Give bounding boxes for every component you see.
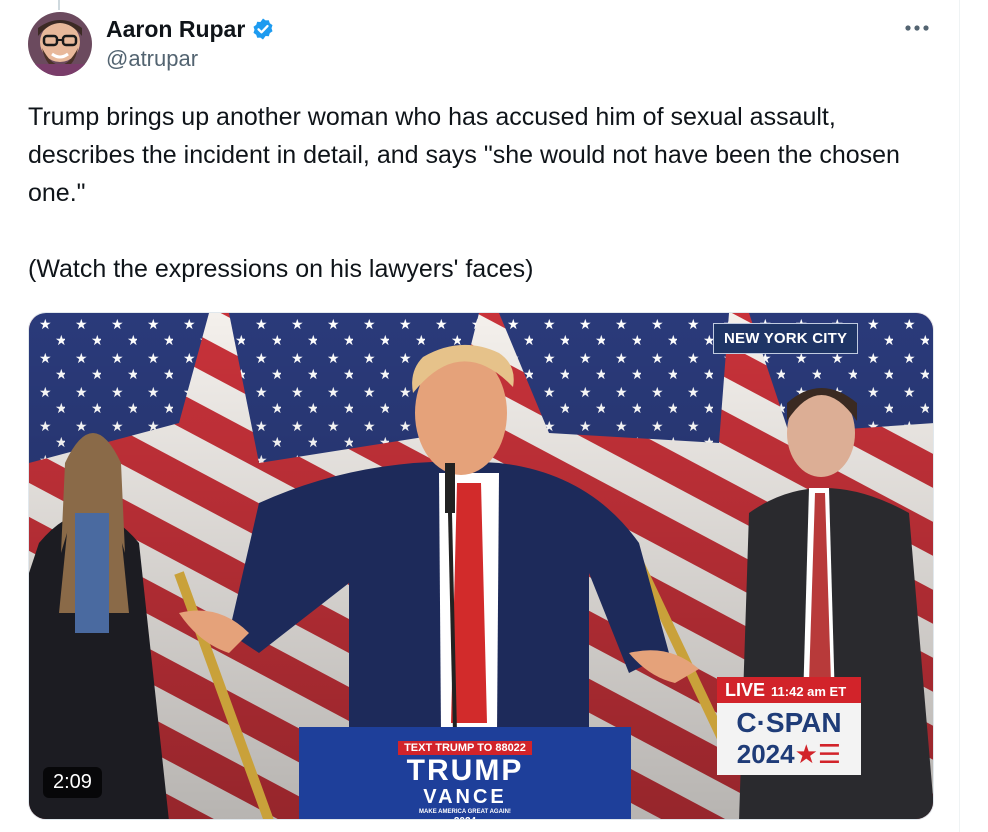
more-icon (905, 25, 929, 31)
cspan-year: 2024 (736, 739, 795, 769)
thread-connector-line (58, 0, 60, 10)
podium-cta-text: TEXT TRUMP TO 88022 (398, 741, 532, 755)
more-options-button[interactable] (900, 14, 934, 42)
author-block: Aaron Rupar @atrupar (106, 14, 275, 72)
cspan-stars-icon: ★☰ (794, 739, 842, 769)
cspan-network-name: C·SPAN (736, 707, 842, 738)
video-duration-badge: 2:09 (43, 767, 102, 798)
live-time: 11:42 am ET (771, 684, 847, 699)
podium-line-2: VANCE (423, 786, 507, 808)
podium-sign: TEXT TRUMP TO 88022 TRUMP VANCE MAKE AME… (299, 727, 631, 819)
podium-line-4: 2024 (299, 816, 631, 819)
cspan-logo: C·SPAN 2024★☰ (717, 703, 861, 775)
tweet-text: Trump brings up another woman who has ac… (28, 103, 900, 283)
podium-line-3: MAKE AMERICA GREAT AGAIN! (419, 809, 511, 815)
avatar[interactable] (28, 12, 92, 76)
author-display-name[interactable]: Aaron Rupar (106, 16, 245, 43)
tweet-card: Aaron Rupar @atrupar Trump brings up ano… (0, 0, 960, 832)
avatar-icon (28, 12, 92, 76)
podium-line-1: TRUMP (406, 754, 524, 787)
video-player[interactable]: ★ ★ (28, 312, 934, 820)
author-handle[interactable]: @atrupar (106, 46, 275, 72)
verified-badge-icon (251, 17, 275, 41)
live-banner: LIVE 11:42 am ET (717, 677, 861, 704)
live-label: LIVE (725, 680, 766, 700)
location-banner: NEW YORK CITY (713, 323, 859, 354)
